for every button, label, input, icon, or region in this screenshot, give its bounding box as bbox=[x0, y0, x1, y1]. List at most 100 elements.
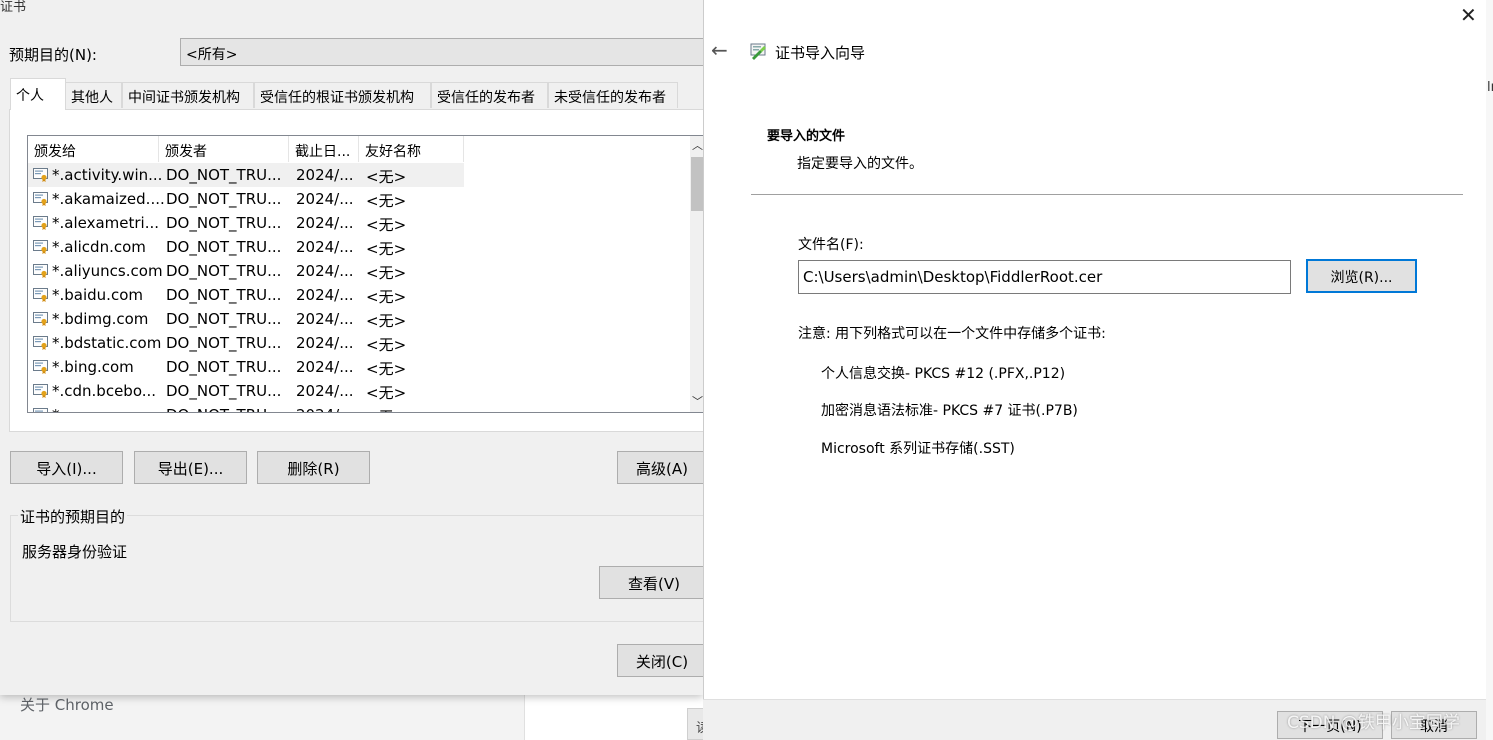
tab-intermediate-ca[interactable]: 中间证书颁发机构 bbox=[122, 82, 254, 108]
table-row[interactable]: *.alicdn.com DO_NOT_TRU... 2024/... <无> bbox=[28, 235, 464, 259]
certificate-icon bbox=[33, 192, 49, 206]
scroll-up-icon[interactable]: ︿ bbox=[692, 137, 703, 153]
format-pfx: 个人信息交换- PKCS #12 (.PFX,.P12) bbox=[821, 366, 1066, 382]
issued-to-cell: *.alexametri... bbox=[52, 214, 160, 232]
table-row[interactable]: *.bdimg.com DO_NOT_TRU... 2024/... <无> bbox=[28, 307, 464, 331]
tab-trusted-publishers[interactable]: 受信任的发布者 bbox=[431, 82, 548, 108]
expiration-cell: 2024/... bbox=[296, 214, 354, 232]
friendly-name-cell: <无> bbox=[366, 216, 407, 234]
friendly-name-cell: <无> bbox=[366, 406, 456, 412]
tab-untrusted-publishers[interactable]: 未受信任的发布者 bbox=[548, 82, 678, 108]
issuer-cell: DO_NOT_TRU... bbox=[166, 382, 282, 400]
purpose-select[interactable]: <所有> bbox=[180, 38, 710, 66]
purpose-group-value: 服务器身份验证 bbox=[22, 543, 128, 561]
certificate-list[interactable]: 颁发给 颁发者 截止日... 友好名称 *.activity.win... DO_… bbox=[27, 135, 707, 413]
certificate-icon bbox=[33, 336, 49, 350]
issued-to-cell: *.cdn.bcebo... bbox=[52, 382, 157, 400]
table-row[interactable]: *.alexametri... DO_NOT_TRU... 2024/... <无> bbox=[28, 211, 464, 235]
expiration-cell: 2024/... bbox=[296, 382, 354, 400]
expiration-cell: 2024/... bbox=[296, 190, 354, 208]
expiration-cell: 2024/... bbox=[296, 334, 354, 352]
close-icon[interactable]: ✕ bbox=[1460, 3, 1477, 27]
section-description: 指定要导入的文件。 bbox=[797, 156, 923, 172]
browser-settings-content bbox=[525, 695, 703, 740]
issued-to-cell: *.aliyuncs.com bbox=[52, 262, 163, 280]
remove-button[interactable]: 删除(R) bbox=[257, 451, 370, 484]
certificate-icon bbox=[33, 288, 49, 302]
scrollbar-thumb[interactable] bbox=[691, 157, 703, 211]
certificate-icon bbox=[33, 312, 49, 326]
view-button[interactable]: 查看(V) bbox=[599, 566, 709, 599]
friendly-name-cell: <无> bbox=[366, 384, 407, 402]
issuer-cell: DO_NOT_TRU... bbox=[166, 334, 282, 352]
export-button[interactable]: 导出(E)... bbox=[134, 451, 247, 484]
column-header-issuer[interactable]: 颁发者 bbox=[159, 136, 289, 162]
certificate-wizard-icon bbox=[749, 41, 769, 61]
browse-button[interactable]: 浏览(R)... bbox=[1306, 259, 1417, 293]
advanced-button[interactable]: 高级(A) bbox=[617, 451, 707, 484]
filename-input[interactable] bbox=[798, 260, 1291, 294]
certificate-icon bbox=[33, 360, 49, 374]
scroll-down-icon[interactable]: ﹀ bbox=[692, 393, 703, 409]
section-title: 要导入的文件 bbox=[767, 129, 846, 144]
table-row[interactable]: *.akamaized.... DO_NOT_TRU... 2024/... <无> bbox=[28, 187, 464, 211]
column-header-expiration[interactable]: 截止日... bbox=[289, 136, 359, 162]
issued-to-cell: *.bdimg.com bbox=[52, 310, 149, 328]
certificate-icon bbox=[33, 408, 49, 412]
issuer-cell: DO_NOT_TRU... bbox=[166, 262, 282, 280]
background-right-text: lr bbox=[1487, 80, 1493, 95]
purpose-group-title: 证书的预期目的 bbox=[18, 506, 128, 527]
wizard-title: 证书导入向导 bbox=[775, 44, 866, 62]
import-button[interactable]: 导入(I)... bbox=[10, 451, 123, 484]
certificates-title: 证书 bbox=[0, 0, 27, 15]
background-right-edge bbox=[1486, 0, 1493, 740]
issuer-cell: DO_NOT_TRU... bbox=[166, 286, 282, 304]
expiration-cell: 2024/... bbox=[296, 166, 354, 184]
expiration-cell: 2024/... bbox=[296, 286, 354, 304]
formats-note: 注意: 用下列格式可以在一个文件中存储多个证书: bbox=[798, 326, 1106, 342]
friendly-name-cell: <无> bbox=[366, 360, 407, 378]
expiration-cell: 2024/... bbox=[296, 262, 354, 280]
column-header-issued-to[interactable]: 颁发给 bbox=[28, 136, 159, 162]
issuer-cell: DO_NOT_TRU... bbox=[166, 406, 284, 412]
certificate-icon bbox=[33, 168, 49, 182]
table-row[interactable]: *.DO_NOT_TRU... 2024/... <无> bbox=[28, 403, 464, 412]
tab-other-people[interactable]: 其他人 bbox=[65, 82, 122, 108]
table-row[interactable]: *.activity.win... DO_NOT_TRU... 2024/... <无… bbox=[28, 163, 464, 187]
friendly-name-cell: <无> bbox=[366, 264, 407, 282]
back-arrow-icon[interactable]: ← bbox=[711, 38, 728, 62]
filename-label: 文件名(F): bbox=[798, 237, 864, 253]
issued-to-cell: *. bbox=[52, 406, 182, 412]
issued-to-cell: *.akamaized.... bbox=[52, 190, 165, 208]
certificate-icon bbox=[33, 384, 49, 398]
friendly-name-cell: <无> bbox=[366, 168, 407, 186]
issued-to-cell: *.alicdn.com bbox=[52, 238, 146, 256]
issuer-cell: DO_NOT_TRU... bbox=[166, 190, 282, 208]
close-button[interactable]: 关闭(C) bbox=[617, 644, 707, 677]
watermark: CSDN @铁甲小宝同学 bbox=[1287, 713, 1460, 733]
issuer-cell: DO_NOT_TRU... bbox=[166, 214, 282, 232]
purpose-label: 预期目的(N): bbox=[9, 46, 97, 64]
friendly-name-cell: <无> bbox=[366, 240, 407, 258]
about-chrome-link[interactable]: 关于 Chrome bbox=[20, 694, 114, 715]
format-sst: Microsoft 系列证书存储(.SST) bbox=[821, 441, 1015, 457]
table-row[interactable]: *.baidu.com DO_NOT_TRU... 2024/... <无> bbox=[28, 283, 464, 307]
friendly-name-cell: <无> bbox=[366, 192, 407, 210]
tab-personal[interactable]: 个人 bbox=[10, 78, 66, 110]
certificates-titlebar bbox=[0, 0, 703, 18]
format-p7b: 加密消息语法标准- PKCS #7 证书(.P7B) bbox=[821, 403, 1078, 419]
issuer-cell: DO_NOT_TRU... bbox=[166, 166, 282, 184]
expiration-cell: 2024/... bbox=[296, 310, 354, 328]
expiration-cell: 2024/... bbox=[296, 358, 354, 376]
tab-trusted-root-ca[interactable]: 受信任的根证书颁发机构 bbox=[254, 82, 431, 108]
column-header-friendly-name[interactable]: 友好名称 bbox=[359, 136, 464, 162]
table-row[interactable]: *.bdstatic.com DO_NOT_TRU... 2024/... <无> bbox=[28, 331, 464, 355]
issuer-cell: DO_NOT_TRU... bbox=[166, 238, 282, 256]
table-row[interactable]: *.aliyuncs.com DO_NOT_TRU... 2024/... <无> bbox=[28, 259, 464, 283]
certificate-icon bbox=[33, 264, 49, 278]
table-row[interactable]: *.bing.com DO_NOT_TRU... 2024/... <无> bbox=[28, 355, 464, 379]
header-divider bbox=[751, 194, 1463, 195]
table-row[interactable]: *.cdn.bcebo... DO_NOT_TRU... 2024/... <无> bbox=[28, 379, 464, 403]
certificate-icon bbox=[33, 216, 49, 230]
issued-to-cell: *.activity.win... bbox=[52, 166, 163, 184]
